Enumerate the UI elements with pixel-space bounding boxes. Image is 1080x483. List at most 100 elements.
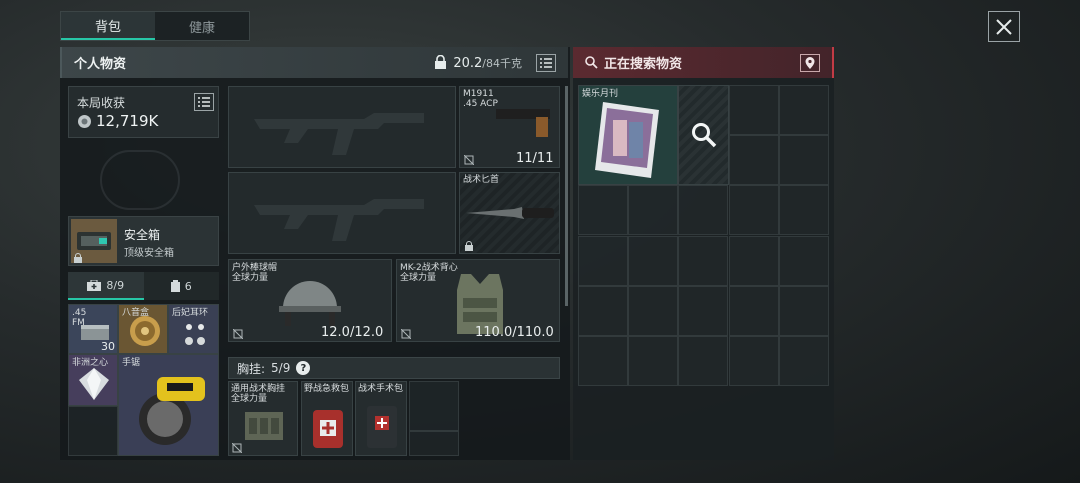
magazine-icon xyxy=(595,102,659,178)
search-grid-cell[interactable] xyxy=(678,285,729,336)
harvest-label: 本局收获 xyxy=(77,96,126,110)
safebox-slot[interactable]: 安全箱 顶级安全箱 xyxy=(68,216,219,266)
pouch-item-earring[interactable]: 后妃耳环 xyxy=(168,304,219,354)
search-grid-cell[interactable] xyxy=(578,185,628,236)
no-insure-icon xyxy=(233,329,243,339)
search-grid-cell[interactable] xyxy=(778,285,829,336)
search-grid-cell[interactable] xyxy=(578,336,628,386)
chest-rig-icon xyxy=(245,412,283,440)
tab-secondary[interactable]: 6 xyxy=(143,272,219,300)
container-tabs: 8/9 6 xyxy=(68,272,219,300)
surgery-kit-icon xyxy=(367,406,397,448)
search-grid-cell[interactable] xyxy=(628,185,679,236)
search-grid-cell[interactable] xyxy=(678,336,729,386)
music-box-icon xyxy=(130,316,160,346)
search-grid-cell[interactable] xyxy=(778,235,829,286)
search-icon xyxy=(585,56,598,69)
first-aid-icon xyxy=(313,410,343,448)
helmet-subtitle: 全球力量 xyxy=(232,273,269,283)
pouch-item-saw[interactable]: 手锯 xyxy=(118,354,219,456)
medkit-icon xyxy=(87,279,102,291)
search-grid-cell[interactable] xyxy=(678,235,729,286)
search-grid-cell[interactable] xyxy=(678,185,729,236)
item-label: 后妃耳环 xyxy=(172,308,209,318)
weight-max: /84千克 xyxy=(482,56,522,70)
pistol-name: M1911 xyxy=(463,89,494,99)
rifle-silhouette-icon xyxy=(254,113,424,155)
tab-pouch[interactable]: 8/9 xyxy=(68,272,144,300)
secondary-count: 6 xyxy=(184,279,192,293)
tab-backpack[interactable]: 背包 xyxy=(61,12,155,40)
search-grid-cell[interactable] xyxy=(728,135,779,186)
armor-slot[interactable]: MK-2战术背心 全球力量 110.0/110.0 xyxy=(396,259,560,342)
search-item-magazine[interactable]: 娱乐月刊 xyxy=(578,85,678,185)
location-button[interactable] xyxy=(800,53,820,72)
close-button[interactable] xyxy=(988,11,1020,42)
helmet-slot[interactable]: 户外棒球帽 全球力量 12.0/12.0 xyxy=(228,259,392,342)
empty-slot[interactable] xyxy=(409,381,459,431)
search-grid-cell[interactable] xyxy=(628,235,679,286)
pistol-slot[interactable]: M1911 .45 ACP 11/11 xyxy=(459,86,560,168)
pouch-item-ammo[interactable]: .45 FM 30 xyxy=(68,304,118,354)
knife-slot[interactable]: 战术匕首 xyxy=(459,172,560,254)
search-grid-cell[interactable] xyxy=(728,285,779,336)
rifle-silhouette-icon xyxy=(254,199,424,241)
search-grid-cell[interactable] xyxy=(778,336,829,386)
sort-button[interactable] xyxy=(536,53,556,72)
coin-icon xyxy=(78,114,91,128)
lock-icon xyxy=(435,55,447,69)
harvest-box: 本局收获 12,719K xyxy=(68,86,219,138)
diamond-icon xyxy=(79,368,109,400)
harvest-list-button[interactable] xyxy=(194,93,214,111)
help-icon[interactable]: ? xyxy=(296,361,311,375)
search-grid-cell[interactable] xyxy=(628,336,679,386)
search-grid-cell[interactable] xyxy=(628,285,679,336)
item-label: 通用战术胸挂 xyxy=(231,384,286,394)
close-icon xyxy=(996,18,1012,35)
weight-display: 20.2/84千克 xyxy=(434,53,556,72)
item-count: 30 xyxy=(101,340,115,353)
map-pin-icon xyxy=(805,56,815,69)
searching-slot xyxy=(678,85,729,185)
knife-icon xyxy=(466,207,554,219)
search-grid-cell[interactable] xyxy=(778,85,829,135)
item-label: 野战急救包 xyxy=(304,384,350,394)
item-label: 战术手术包 xyxy=(358,384,404,394)
rig-item-first-aid[interactable]: 野战急救包 xyxy=(301,381,353,456)
helmet-durability: 12.0/12.0 xyxy=(321,325,384,340)
canister-icon xyxy=(170,280,180,292)
empty-slot[interactable] xyxy=(68,406,118,456)
inventory-title: 个人物资 xyxy=(74,57,127,72)
pouch-item-music-box[interactable]: 八音盒 xyxy=(118,304,168,354)
rig-item-chest-rig[interactable]: 通用战术胸挂 全球力量 xyxy=(228,381,298,456)
primary-weapon-slot-2[interactable] xyxy=(228,172,456,254)
safebox-title: 安全箱 xyxy=(124,228,161,242)
search-grid-cell[interactable] xyxy=(728,85,779,135)
armor-name: MK-2战术背心 xyxy=(400,263,458,273)
top-tabs: 背包 健康 xyxy=(60,11,250,41)
lock-icon xyxy=(74,253,82,263)
search-grid-cell[interactable] xyxy=(778,135,829,186)
search-grid-cell[interactable] xyxy=(728,185,779,236)
search-grid-cell[interactable] xyxy=(728,235,779,286)
search-header: 正在搜索物资 xyxy=(573,47,834,78)
chest-rig-bar: 胸挂: 5/9 ? xyxy=(228,357,560,379)
primary-weapon-slot-1[interactable] xyxy=(228,86,456,168)
lock-icon xyxy=(465,241,473,251)
search-grid-cell[interactable] xyxy=(728,336,779,386)
pistol-icon xyxy=(496,109,550,137)
pistol-ammo: 11/11 xyxy=(516,151,554,166)
empty-slot[interactable] xyxy=(409,431,459,456)
search-grid-cell[interactable] xyxy=(578,285,628,336)
tab-health[interactable]: 健康 xyxy=(155,12,249,40)
search-grid-cell[interactable] xyxy=(578,235,628,286)
item-subtitle: 全球力量 xyxy=(231,394,268,404)
rig-item-surgery-kit[interactable]: 战术手术包 xyxy=(355,381,407,456)
pouch-count: 8/9 xyxy=(106,278,125,292)
helmet-name: 户外棒球帽 xyxy=(232,263,278,273)
weight-current: 20.2 xyxy=(453,55,483,71)
scrollbar[interactable] xyxy=(565,86,568,306)
safebox-subtitle: 顶级安全箱 xyxy=(124,248,174,259)
search-grid-cell[interactable] xyxy=(778,185,829,236)
pouch-item-diamond[interactable]: 非洲之心 xyxy=(68,354,118,406)
